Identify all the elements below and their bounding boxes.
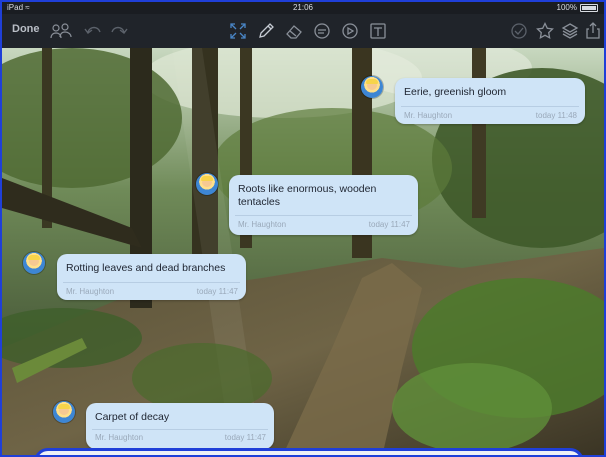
pen-tool-icon[interactable] xyxy=(255,20,277,42)
comment-avatar[interactable] xyxy=(196,173,218,195)
text-tool-icon[interactable] xyxy=(367,20,389,42)
comment-icon[interactable] xyxy=(311,20,333,42)
comment-bubble[interactable]: Rotting leaves and dead branches Mr. Hau… xyxy=(57,254,246,300)
share-icon[interactable] xyxy=(582,20,604,42)
comment-bubble[interactable]: Roots like enormous, wooden tentacles Mr… xyxy=(229,175,418,235)
undo-icon[interactable] xyxy=(82,20,104,42)
fullscreen-icon[interactable] xyxy=(227,20,249,42)
battery-icon xyxy=(580,4,598,12)
comment-bubble[interactable]: Eerie, greenish gloom Mr. Haughton today… xyxy=(395,78,585,124)
comment-time: today 11:47 xyxy=(368,220,410,229)
comment-divider xyxy=(92,429,268,430)
comment-divider xyxy=(235,215,412,216)
toolbar: Done xyxy=(2,14,604,59)
app-window: iPad ≈ 21:06 100% Done Eerie, greenish g… xyxy=(0,0,606,457)
layers-icon[interactable] xyxy=(559,20,581,42)
comment-divider xyxy=(401,106,579,107)
comment-author: Mr. Haughton xyxy=(95,433,144,442)
comment-author: Mr. Haughton xyxy=(404,111,453,120)
comment-author: Mr. Haughton xyxy=(66,287,115,296)
battery-percent: 100% xyxy=(556,3,577,12)
comment-avatar[interactable] xyxy=(53,401,75,423)
done-button[interactable]: Done xyxy=(12,23,40,35)
comment-text: Roots like enormous, wooden tentacles xyxy=(238,183,377,208)
comment-time: today 11:47 xyxy=(196,287,238,296)
clock: 21:06 xyxy=(292,3,314,12)
comment-divider xyxy=(63,282,240,283)
battery-status: 100% xyxy=(557,2,598,14)
star-icon[interactable] xyxy=(534,20,556,42)
comment-bubble[interactable]: Carpet of decay Mr. Haughton today 11:47 xyxy=(86,403,274,449)
redo-icon[interactable] xyxy=(108,20,130,42)
collaborators-icon[interactable] xyxy=(50,20,72,42)
comment-time: today 11:47 xyxy=(224,433,266,442)
comment-avatar[interactable] xyxy=(361,76,383,98)
comment-input[interactable] xyxy=(34,448,584,455)
comment-text: Carpet of decay xyxy=(95,411,170,423)
comment-author: Mr. Haughton xyxy=(238,220,287,229)
comment-text: Rotting leaves and dead branches xyxy=(66,262,226,274)
audio-note-icon[interactable] xyxy=(339,20,361,42)
eraser-icon[interactable] xyxy=(283,20,305,42)
approve-icon[interactable] xyxy=(508,20,530,42)
comment-text: Eerie, greenish gloom xyxy=(404,86,507,98)
status-bar: iPad ≈ 21:06 100% xyxy=(2,2,604,14)
comment-time: today 11:48 xyxy=(535,111,577,120)
comment-avatar[interactable] xyxy=(23,252,45,274)
